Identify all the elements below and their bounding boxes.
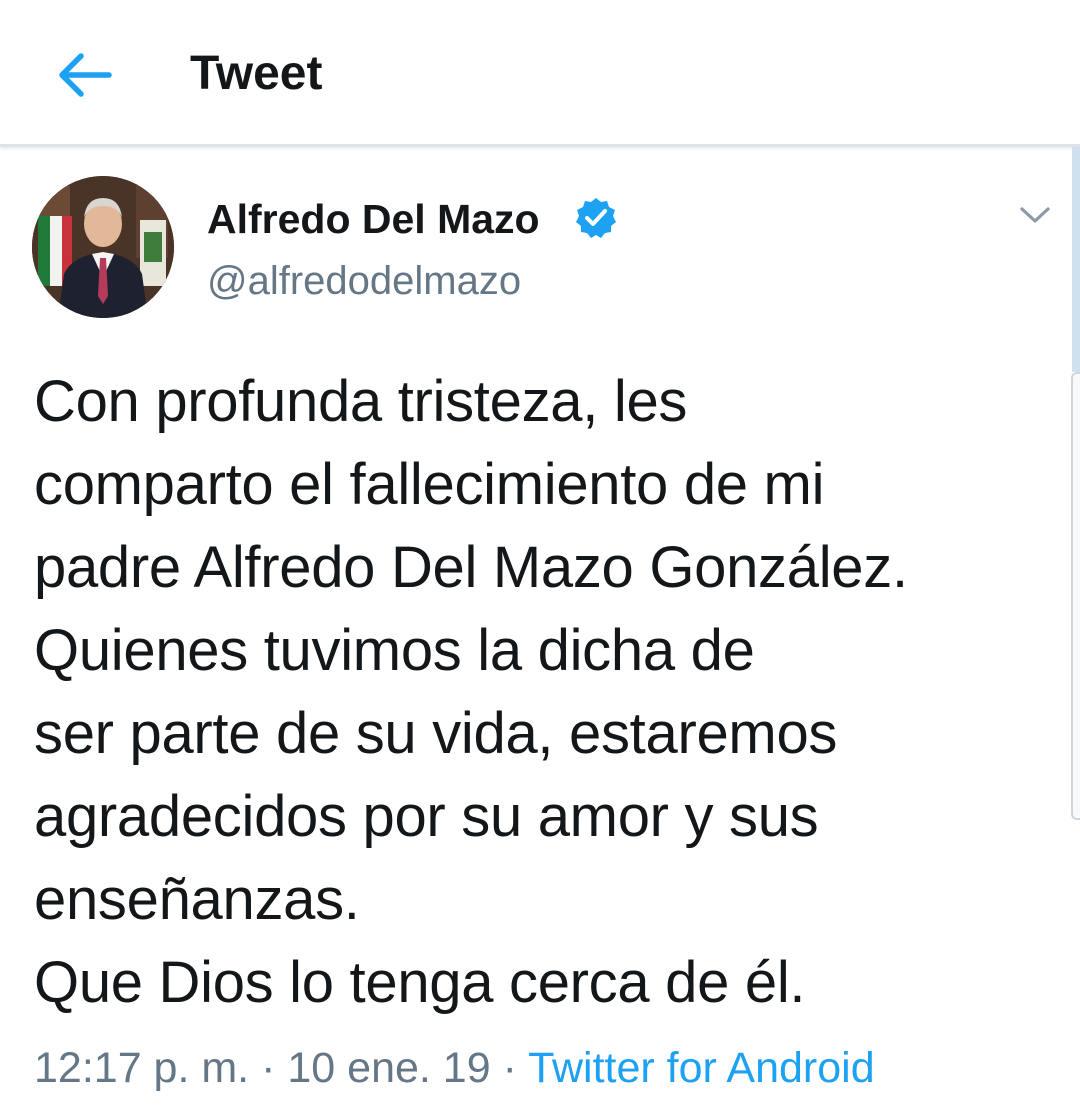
avatar[interactable] bbox=[32, 176, 174, 318]
tweet-line: ser parte de su vida, estaremos bbox=[34, 701, 838, 766]
meta-separator: · bbox=[502, 1044, 517, 1092]
tweet-time: 12:17 p. m. bbox=[34, 1044, 250, 1092]
verified-badge-icon bbox=[576, 198, 616, 238]
tweet-line: Con profunda tristeza, les bbox=[34, 369, 688, 434]
tweet-line: padre Alfredo Del Mazo González. bbox=[34, 535, 908, 600]
tweet-source-link[interactable]: Twitter for Android bbox=[528, 1044, 875, 1092]
tweet-date: 10 ene. 19 bbox=[287, 1044, 491, 1092]
tweet-line: enseñanzas. bbox=[34, 867, 360, 932]
page-title: Tweet bbox=[190, 47, 323, 100]
scrollbar[interactable] bbox=[1071, 372, 1080, 820]
tweet-line: Quienes tuvimos la dicha de bbox=[34, 618, 755, 683]
back-arrow-icon bbox=[59, 53, 112, 97]
tweet-line: comparto el fallecimiento de mi bbox=[34, 452, 825, 517]
tweet-text: Con profunda tristeza, les comparto el f… bbox=[34, 360, 1044, 1024]
more-options-button[interactable] bbox=[1010, 192, 1060, 238]
scroll-edge bbox=[1072, 147, 1080, 372]
top-app-bar: Tweet bbox=[0, 0, 1080, 147]
tweet-meta: 12:17 p. m. · 10 ene. 19 · Twitter for A… bbox=[34, 1040, 875, 1096]
meta-separator: · bbox=[261, 1044, 276, 1092]
author-display-name[interactable]: Alfredo Del Mazo bbox=[207, 193, 540, 245]
chevron-down-icon bbox=[1020, 207, 1050, 223]
back-button[interactable] bbox=[50, 40, 120, 110]
tweet-line: agradecidos por su amor y sus bbox=[34, 784, 819, 849]
tweet-line: Que Dios lo tenga cerca de él. bbox=[34, 950, 806, 1015]
avatar-image bbox=[32, 176, 174, 318]
author-handle[interactable]: @alfredodelmazo bbox=[207, 255, 521, 307]
